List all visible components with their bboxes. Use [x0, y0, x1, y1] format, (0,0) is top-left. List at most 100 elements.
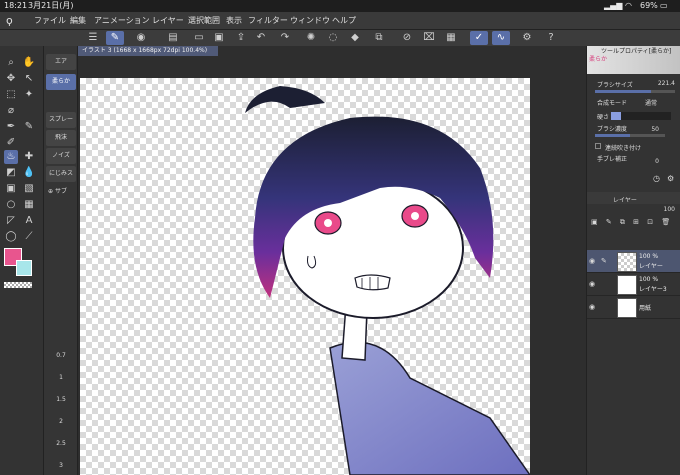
sub-color-swatch[interactable]: [16, 260, 32, 276]
airbrush-icon[interactable]: ♨: [4, 150, 18, 164]
density-value[interactable]: 50: [647, 126, 659, 133]
layer-name: レイヤー3: [639, 286, 667, 293]
layer-thumbnail: [617, 252, 637, 272]
brush-icon[interactable]: ✐: [4, 136, 18, 150]
blend-icon[interactable]: 💧: [22, 166, 36, 180]
zoom-icon[interactable]: ⌕: [4, 56, 18, 70]
fill-bucket-icon[interactable]: ▣: [4, 182, 18, 196]
subtool-noise[interactable]: ノイズ: [46, 148, 76, 164]
pencil-icon[interactable]: ✎: [22, 120, 36, 134]
lasso-select-icon[interactable]: ✺: [302, 31, 320, 45]
document-tab[interactable]: イラスト 3 (1668 x 1668px 72dpi 100.4%): [78, 46, 218, 56]
undo-icon[interactable]: ↶: [252, 31, 270, 45]
size-option[interactable]: 2: [44, 418, 78, 425]
density-slider[interactable]: [595, 134, 665, 137]
edit-pen-icon: ✎: [601, 257, 607, 265]
size-option[interactable]: 0.7: [44, 352, 78, 359]
figure-icon[interactable]: ○: [4, 198, 18, 212]
size-option[interactable]: 1.5: [44, 396, 78, 403]
select-icon[interactable]: ⬚: [4, 88, 18, 102]
menu-file[interactable]: ファイル: [34, 12, 66, 30]
app-logo-icon[interactable]: ϙ: [6, 12, 13, 30]
size-option[interactable]: 1: [44, 374, 78, 381]
settings-icon[interactable]: ⚙: [518, 31, 536, 45]
subtool-soft[interactable]: 柔らか: [46, 74, 76, 90]
visibility-eye-icon[interactable]: ◉: [589, 280, 595, 288]
blend-mode-label: 合成モード: [597, 100, 628, 107]
brush-size-value[interactable]: 221.4: [637, 80, 675, 87]
continuous-spray-checkbox[interactable]: [595, 143, 601, 149]
brush-size-slider[interactable]: [595, 90, 675, 93]
export-icon[interactable]: ⇪: [232, 31, 250, 45]
layer-opacity: 100 %: [639, 253, 659, 260]
text-icon[interactable]: A: [22, 214, 36, 228]
layer-toolbar[interactable]: ▣ ✎ ⧉ ⊞ ⊡ 🗑: [591, 218, 677, 228]
balloon-icon[interactable]: ◯: [4, 230, 18, 244]
clear-icon[interactable]: ◌: [324, 31, 342, 45]
hand-icon[interactable]: ✋: [22, 56, 36, 70]
brush-size-palette: 0.7 1 1.5 2 2.5 3: [44, 316, 78, 475]
visibility-eye-icon[interactable]: ◉: [589, 303, 595, 311]
subtool-blur[interactable]: にじみス: [46, 166, 76, 182]
tool-palette: ⌕ ✋ ✥ ↖ ⬚ ✦ ⌀ ✒ ✎ ✐ ♨ ✚ ◩ 💧 ▣ ▧ ○ ▦ ◸ A …: [0, 46, 44, 475]
brush-mode-icon[interactable]: ✎: [106, 31, 124, 45]
signal-icon: ▂▄▆ ◠: [604, 1, 632, 10]
frame-icon[interactable]: ▦: [22, 198, 36, 212]
redo-icon[interactable]: ↷: [276, 31, 294, 45]
save-icon[interactable]: ▣: [210, 31, 228, 45]
ruler-snap-icon[interactable]: ✓: [470, 31, 488, 45]
help-icon[interactable]: ?: [542, 31, 560, 45]
transparent-color-swatch[interactable]: [4, 282, 32, 288]
decoration-icon[interactable]: ✚: [22, 150, 36, 164]
drawing-canvas[interactable]: [80, 78, 530, 475]
size-option[interactable]: 2.5: [44, 440, 78, 447]
new-file-icon[interactable]: ▤: [164, 31, 182, 45]
gradient-icon[interactable]: ▧: [22, 182, 36, 196]
add-subtool-button[interactable]: ⊕ サブ: [48, 186, 67, 195]
layer-row[interactable]: ◉ ✎ 100 % レイヤー: [587, 250, 680, 273]
ruler-icon[interactable]: ◸: [4, 214, 18, 228]
correct-line-icon[interactable]: ⟋: [22, 230, 36, 244]
menu-animation[interactable]: アニメーション: [94, 12, 150, 30]
eyedropper-icon[interactable]: ⌀: [4, 104, 18, 118]
layer-row[interactable]: ◉ 100 % レイヤー3: [587, 273, 680, 296]
menu-filter[interactable]: フィルター: [248, 12, 288, 30]
layer-opacity: 100 %: [639, 276, 659, 283]
pen-icon[interactable]: ✒: [4, 120, 18, 134]
fill-icon[interactable]: ◆: [346, 31, 364, 45]
status-time: 18:21: [4, 1, 28, 10]
layer-row[interactable]: ◉ 用紙: [587, 296, 680, 319]
reset-icon[interactable]: ◷: [653, 174, 660, 183]
eraser-icon[interactable]: ◩: [4, 166, 18, 180]
menu-selection[interactable]: 選択範囲: [188, 12, 220, 30]
tool-property-title: ツールプロパティ[柔らか]: [601, 48, 672, 55]
menu-edit[interactable]: 編集: [70, 12, 86, 30]
open-folder-icon[interactable]: ▭: [190, 31, 208, 45]
hamburger-menu-icon[interactable]: ☰: [84, 31, 102, 45]
view-icon[interactable]: ◉: [132, 31, 150, 45]
wrench-icon[interactable]: ⚙: [667, 174, 674, 183]
stroke-correct-icon[interactable]: ∿: [492, 31, 510, 45]
select-none-icon[interactable]: ⊘: [398, 31, 416, 45]
menu-view[interactable]: 表示: [226, 12, 242, 30]
visibility-eye-icon[interactable]: ◉: [589, 257, 595, 265]
subtool-splash[interactable]: 飛沫: [46, 130, 76, 146]
size-option[interactable]: 3: [44, 462, 78, 469]
transform-icon[interactable]: ⧉: [370, 31, 388, 45]
crop-icon[interactable]: ⌧: [420, 31, 438, 45]
move-layer-icon[interactable]: ✥: [4, 72, 18, 86]
grid-icon[interactable]: ▦: [442, 31, 460, 45]
blend-mode-value[interactable]: 通常: [635, 98, 657, 107]
hardness-selector[interactable]: [611, 112, 671, 120]
menu-layer[interactable]: レイヤー: [152, 12, 184, 30]
subtool-tab-airbrush[interactable]: エア: [46, 54, 76, 70]
layer-panel-title: レイヤー: [613, 197, 637, 204]
layer-opacity-value[interactable]: 100: [655, 206, 675, 213]
menu-help[interactable]: ヘルプ: [332, 12, 356, 30]
subtool-spray[interactable]: スプレー: [46, 112, 76, 128]
stabilization-value[interactable]: 0: [647, 158, 659, 165]
operation-icon[interactable]: ↖: [22, 72, 36, 86]
status-date: 3月21日(月): [28, 1, 74, 10]
menu-window[interactable]: ウィンドウ: [290, 12, 330, 30]
magic-wand-icon[interactable]: ✦: [22, 88, 36, 102]
